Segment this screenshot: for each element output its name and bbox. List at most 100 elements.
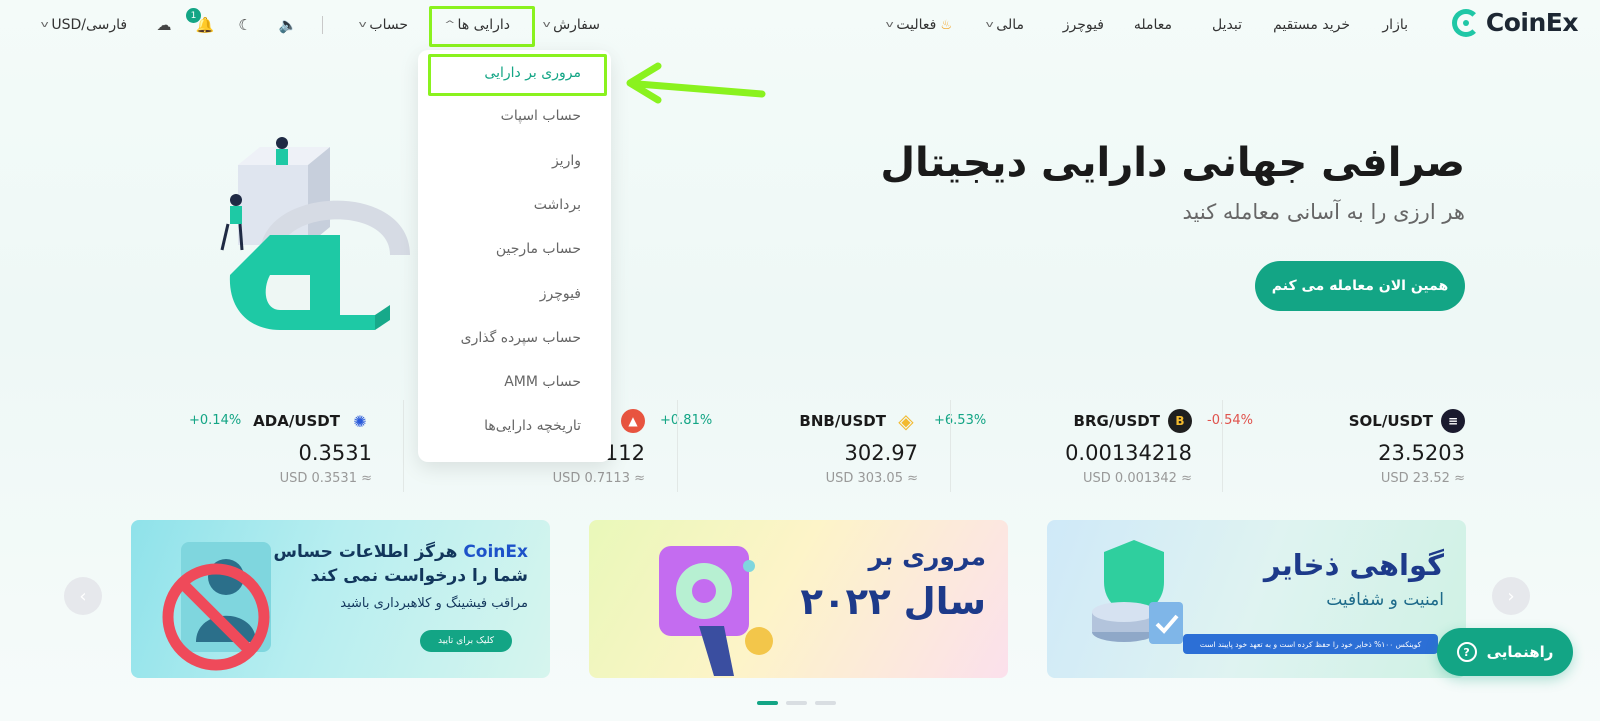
notification-badge: 1 xyxy=(186,8,201,23)
language-currency-selector[interactable]: فارسی/USD v xyxy=(40,14,128,36)
ticker-brg[interactable]: +6.53% BRG/USDT B 0.00134218 ≈ USD 0.001… xyxy=(934,405,1192,490)
language-label: فارسی/USD xyxy=(51,17,128,33)
nav-activity-label: فعالیت xyxy=(896,17,937,33)
ticker-change: +6.53% xyxy=(934,413,987,428)
ticker-usd: ≈ USD 303.05 xyxy=(825,471,918,486)
ticker-pair: SOL/USDT xyxy=(1348,412,1433,430)
ada-coin-icon: ✺ xyxy=(353,411,367,431)
download-app-icon[interactable]: ☁ xyxy=(153,14,175,36)
nav-direct-buy-label: خرید مستقیم xyxy=(1273,17,1350,33)
ticker-usd: ≈ USD 23.52 xyxy=(1380,471,1465,486)
dropdown-item-margin-account[interactable]: حساب مارجین xyxy=(496,241,581,257)
nav-divider xyxy=(322,16,323,34)
nav-trade[interactable]: معامله xyxy=(1134,14,1172,36)
sol-coin-icon: ≡ xyxy=(1441,409,1465,433)
nav-direct-buy[interactable]: خرید مستقیم xyxy=(1273,14,1350,36)
dark-mode-moon-icon[interactable]: ☾ xyxy=(234,14,256,36)
carousel-pagination xyxy=(757,701,836,705)
ticker-pair: BNB/USDT xyxy=(799,412,886,430)
dropdown-item-amm-account[interactable]: حساب AMM xyxy=(504,374,581,390)
dropdown-item-label: مروری بر دارایی xyxy=(484,65,581,81)
dropdown-item-withdraw[interactable]: برداشت xyxy=(534,197,581,213)
hero-illustration xyxy=(220,137,410,330)
nav-assets[interactable]: دارایی ها ^ xyxy=(444,14,510,36)
ticker-change: +0.14% xyxy=(189,413,242,428)
nav-assets-label: دارایی ها xyxy=(457,17,510,33)
ticker-change: -0.54% xyxy=(1207,413,1253,428)
carousel-dot[interactable] xyxy=(815,701,836,705)
trade-now-button[interactable]: همین الان معامله می کنم xyxy=(1255,261,1465,311)
dropdown-item-futures[interactable]: فیوچرز xyxy=(540,286,581,302)
dropdown-item-label: حساب مارجین xyxy=(495,241,581,257)
banner-anti-phishing[interactable]: CoinEx هرگز اطلاعات حساس شما را درخواست … xyxy=(131,520,550,678)
annotation-arrow-icon xyxy=(626,62,766,104)
anti-phishing-illustration xyxy=(162,542,271,671)
question-icon: ? xyxy=(1456,642,1477,662)
dropdown-item-spot-account[interactable]: حساب اسپات xyxy=(501,108,581,124)
dropdown-item-label: برداشت xyxy=(533,197,581,213)
banner-1-line-2: شما را درخواست نمی کند xyxy=(310,566,528,586)
year-review-illustration xyxy=(659,546,773,676)
ticker-pair: BRG/USDT xyxy=(1073,412,1160,430)
dropdown-item-asset-history[interactable]: تاریخچه دارایی‌ها xyxy=(484,418,581,434)
banner-2-line-1: مروری بر xyxy=(868,542,986,571)
banner-1-brand: CoinEx xyxy=(463,542,528,562)
coin-icon: ▲ xyxy=(621,409,645,433)
logo-text: CoinEx xyxy=(1485,8,1579,37)
carousel-prev-button[interactable]: ‹ xyxy=(64,577,102,615)
hero-subtitle: هر ارزی را به آسانی معامله کنید xyxy=(1182,200,1465,224)
fire-icon: ♨ xyxy=(940,17,952,33)
ticker-price: 23.5203 xyxy=(1378,441,1465,465)
ticker-sol[interactable]: -0.54% SOL/USDT ≡ 23.5203 ≈ USD 23.52 xyxy=(1207,405,1465,490)
chevron-left-icon: ‹ xyxy=(79,585,87,607)
coinex-logo-icon xyxy=(1451,8,1480,37)
nav-orders[interactable]: سفارش v xyxy=(542,14,600,36)
proof-of-reserves-illustration xyxy=(1092,540,1183,644)
nav-finance[interactable]: مالی v xyxy=(986,14,1024,36)
ticker-usd: ≈ USD 0.7113 xyxy=(552,471,645,486)
nav-market-label: بازار xyxy=(1382,17,1408,33)
notification-bell-icon[interactable]: 🔔 1 xyxy=(186,8,216,36)
ticker-change: +0.81% xyxy=(660,413,713,428)
chevron-down-icon: v xyxy=(542,20,551,30)
nav-convert-label: تبدیل xyxy=(1212,17,1242,33)
dropdown-item-label: فیوچرز xyxy=(539,286,581,302)
dropdown-item-deposit[interactable]: واریز xyxy=(552,153,581,169)
banner-year-review[interactable]: مروری بر سال ۲۰۲۲ xyxy=(589,520,1008,678)
nav-market[interactable]: بازار xyxy=(1382,14,1408,36)
chevron-down-icon: v xyxy=(358,20,367,30)
banner-2-line-2: سال ۲۰۲۲ xyxy=(800,580,986,623)
carousel-next-button[interactable]: › xyxy=(1492,577,1530,615)
ticker-usd: ≈ USD 0.001342 xyxy=(1083,471,1192,486)
chevron-down-icon: v xyxy=(40,20,49,30)
carousel-dot[interactable] xyxy=(786,701,807,705)
banner-3-note: کوینکس ۱۰۰% ذخایر خود را حفظ کرده است و … xyxy=(1183,634,1438,654)
coinex-logo[interactable]: CoinEx xyxy=(1451,8,1579,37)
carousel-dot[interactable] xyxy=(757,701,778,705)
assets-dropdown-menu: مروری بر دارایی حساب اسپات واریز برداشت … xyxy=(418,50,611,462)
banner-1-line-1: CoinEx هرگز اطلاعات حساس xyxy=(274,542,528,562)
nav-account[interactable]: حساب v xyxy=(358,14,408,36)
sound-icon[interactable]: 🔈 xyxy=(277,14,299,36)
nav-orders-label: سفارش xyxy=(553,17,600,33)
dropdown-item-label: تاریخچه دارایی‌ها xyxy=(484,418,581,434)
nav-activity[interactable]: ♨ فعالیت v xyxy=(885,14,952,36)
ticker-price: 0.00134218 xyxy=(1065,441,1192,465)
dropdown-item-assets-overview[interactable]: مروری بر دارایی xyxy=(484,65,581,81)
nav-trade-label: معامله xyxy=(1133,17,1172,33)
nav-convert[interactable]: تبدیل xyxy=(1212,14,1242,36)
bnb-coin-icon: ◈ xyxy=(898,409,914,433)
chevron-down-icon: v xyxy=(885,20,894,30)
dropdown-item-staking-account[interactable]: حساب سپرده گذاری xyxy=(461,330,581,346)
nav-futures-label: فیوچرز xyxy=(1062,17,1104,33)
ticker-pair: ADA/USDT xyxy=(253,412,340,430)
banner-3-line-2: امنیت و شفافیت xyxy=(1326,590,1444,610)
help-button[interactable]: راهنمایی ? xyxy=(1437,628,1573,676)
ticker-ada[interactable]: +0.14% ADA/USDT ✺ 0.3531 ≈ USD 0.3531 xyxy=(114,405,372,490)
banner-1-confirm-button[interactable]: کلیک برای تایید xyxy=(420,630,512,652)
ticker-bnb[interactable]: +0.81% BNB/USDT ◈ 302.97 ≈ USD 303.05 xyxy=(660,405,918,490)
nav-futures[interactable]: فیوچرز xyxy=(1063,14,1104,36)
ticker-price: 0.3531 xyxy=(298,441,372,465)
banner-proof-of-reserves[interactable]: گواهی ذخایر امنیت و شفافیت کوینکس ۱۰۰% ذ… xyxy=(1047,520,1466,678)
chevron-up-icon: ^ xyxy=(444,20,456,30)
